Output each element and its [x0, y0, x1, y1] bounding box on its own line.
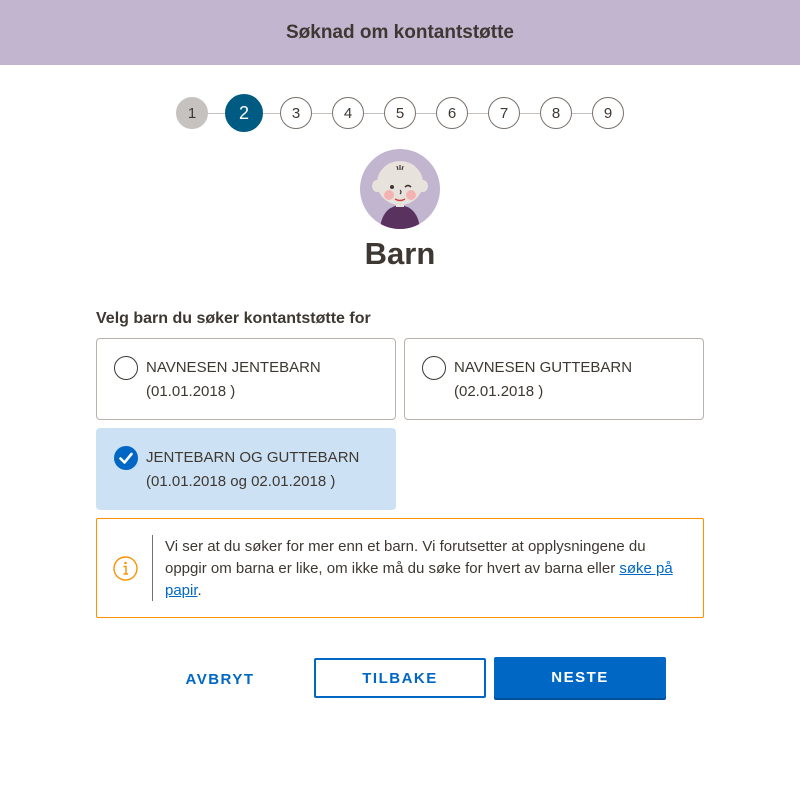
step-connector [364, 113, 384, 114]
back-button[interactable]: TILBAKE [314, 658, 486, 698]
step-6: 6 [436, 97, 468, 129]
step-connector [572, 113, 592, 114]
step-1: 1 [176, 97, 208, 129]
option-name: JENTEBARN OG GUTTEBARN [146, 449, 360, 466]
step-7: 7 [488, 97, 520, 129]
option-date: (02.01.2018 ) [454, 383, 544, 400]
child-option-jentebarn[interactable]: NAVNESEN JENTEBARN (01.01.2018 ) [96, 338, 396, 420]
step-indicator: 1 2 3 4 5 6 7 8 9 [0, 94, 800, 132]
step-9: 9 [592, 97, 624, 129]
radio-button[interactable] [422, 356, 446, 380]
cancel-button[interactable]: AVBRYT [150, 660, 290, 698]
baby-avatar-icon [360, 149, 440, 229]
app-title: Søknad om kontantstøtte [285, 21, 514, 43]
option-name: NAVNESEN JENTEBARN [146, 359, 321, 376]
step-5: 5 [384, 97, 416, 129]
step-2-current: 2 [225, 94, 263, 132]
step-connector [263, 113, 280, 114]
page-title: Barn [364, 236, 436, 271]
alert-message: Vi ser at du søker for mer enn et barn. … [165, 536, 685, 602]
step-connector [416, 113, 436, 114]
option-name: NAVNESEN GUTTEBARN [454, 359, 633, 376]
info-alert: Vi ser at du søker for mer enn et barn. … [96, 518, 704, 618]
step-connector [312, 113, 332, 114]
info-icon [113, 556, 138, 581]
radio-button[interactable] [114, 356, 138, 380]
form-legend: Velg barn du søker kontantstøtte for [96, 310, 371, 327]
alert-text: Vi ser at du søker for mer enn et barn. … [165, 538, 646, 577]
step-3: 3 [280, 97, 312, 129]
option-date: (01.01.2018 og 02.01.2018 ) [146, 473, 336, 490]
checkmark-icon[interactable] [114, 446, 138, 470]
app-header: Søknad om kontantstøtte [0, 0, 800, 65]
child-option-guttebarn[interactable]: NAVNESEN GUTTEBARN (02.01.2018 ) [404, 338, 704, 420]
step-8: 8 [540, 97, 572, 129]
step-connector [468, 113, 488, 114]
option-date: (01.01.2018 ) [146, 383, 236, 400]
child-option-both[interactable]: JENTEBARN OG GUTTEBARN (01.01.2018 og 02… [96, 428, 396, 510]
step-connector [520, 113, 540, 114]
next-button[interactable]: NESTE [494, 657, 666, 698]
step-4: 4 [332, 97, 364, 129]
step-connector [208, 113, 225, 114]
alert-divider [152, 535, 153, 601]
alert-text-end: . [197, 582, 202, 599]
